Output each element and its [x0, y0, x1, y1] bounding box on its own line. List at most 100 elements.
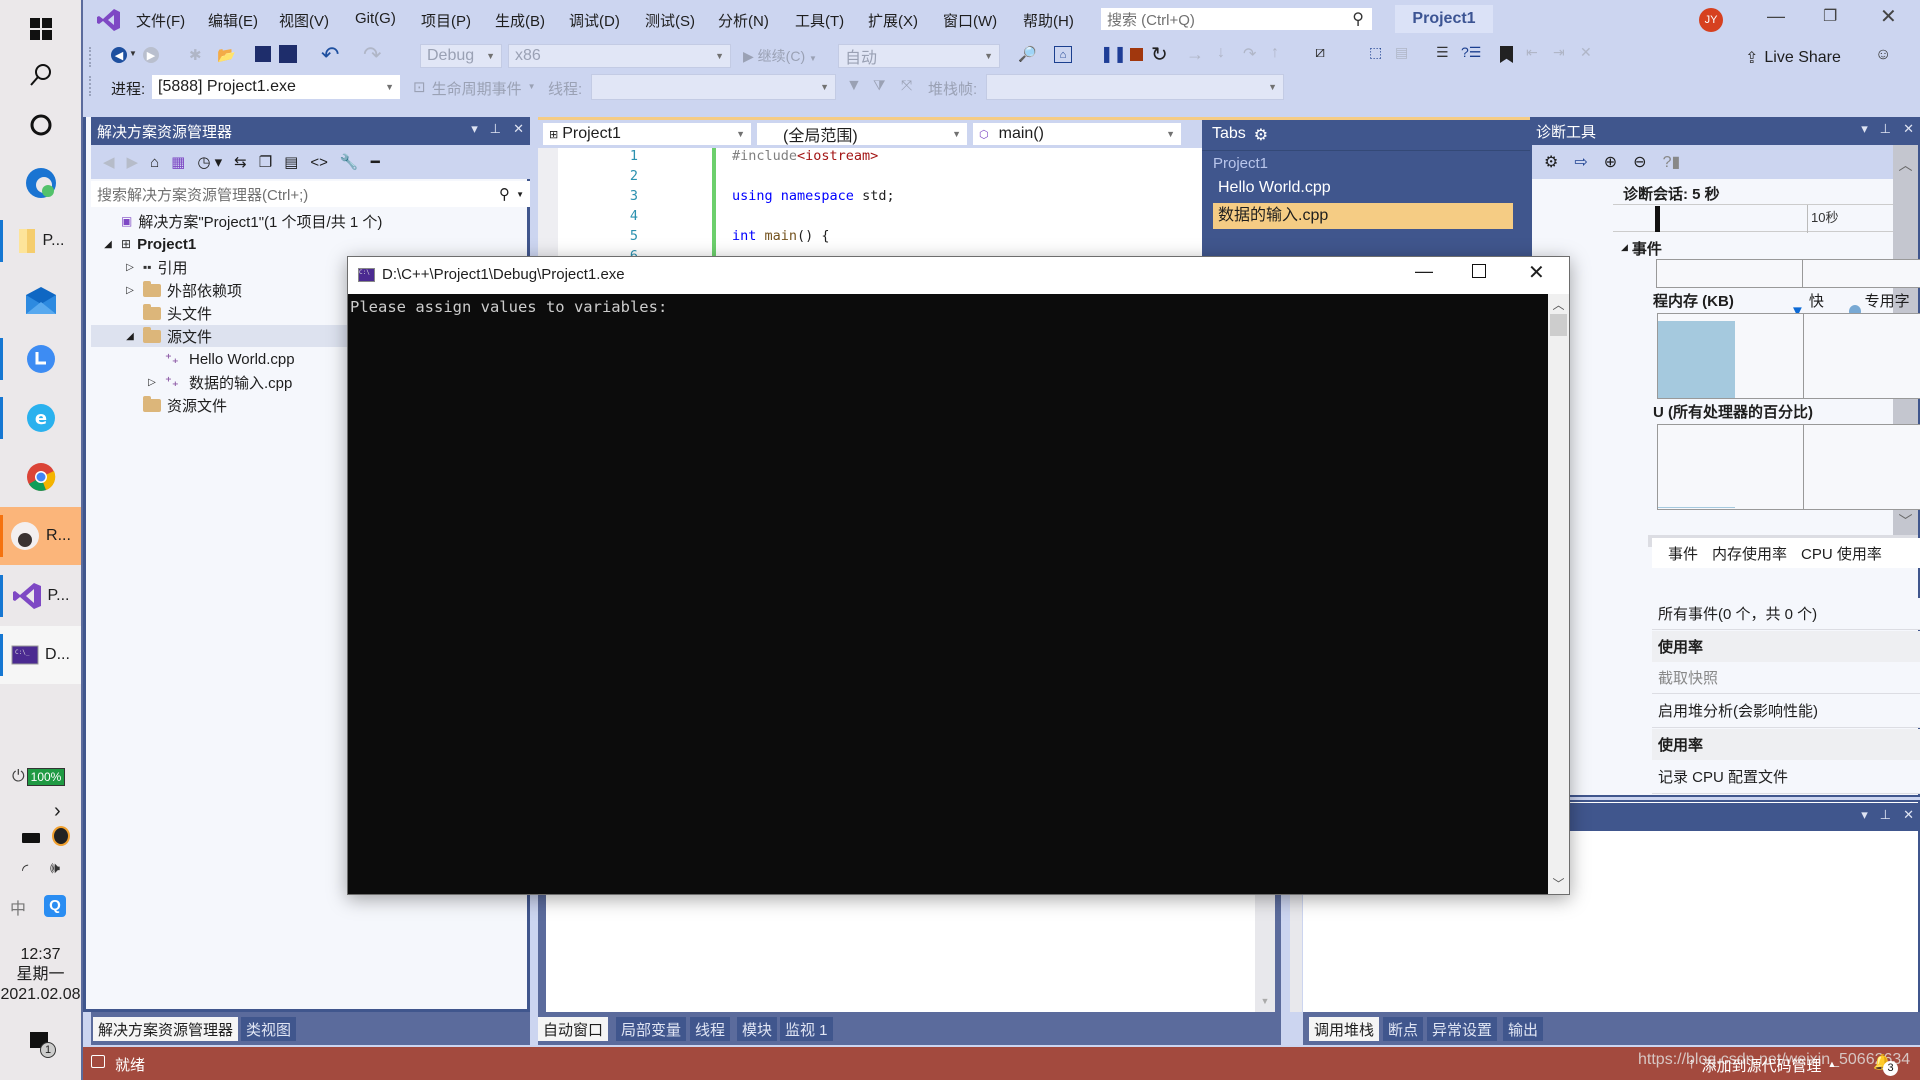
- project-combo[interactable]: ⊞ Project1 ▼: [542, 122, 752, 146]
- window-position-dropdown-icon[interactable]: ▾: [1861, 121, 1868, 137]
- menu-item[interactable]: 扩展(X): [868, 10, 918, 31]
- toolbar-grip[interactable]: [89, 47, 92, 67]
- bookmark-icon[interactable]: [1500, 46, 1513, 63]
- collapse-all-icon[interactable]: ❐: [259, 153, 272, 171]
- toolbar-grip[interactable]: [89, 76, 92, 96]
- diagnostics-tab[interactable]: 内存使用率: [1712, 543, 1787, 564]
- autos-scrollbar[interactable]: ▼: [1255, 880, 1275, 1012]
- code-editor[interactable]: 1 #include<iostream> 2 3 using namespace std…: [538, 148, 1281, 264]
- comment-icon[interactable]: ☰: [1436, 44, 1449, 61]
- taskbar-app-e[interactable]: e: [0, 389, 81, 447]
- panel-tab[interactable]: 类视图: [241, 1017, 297, 1041]
- uncomment-icon[interactable]: ?☰: [1461, 44, 1481, 61]
- gear-icon[interactable]: ⚙: [1254, 125, 1268, 145]
- code-line[interactable]: int main() {: [732, 228, 830, 248]
- expander-icon[interactable]: ▷: [123, 285, 137, 296]
- navigate-forward-icon[interactable]: ▶: [143, 47, 159, 63]
- stop-debugging-icon[interactable]: [1130, 48, 1143, 61]
- ime-indicator[interactable]: 中: [10, 895, 26, 919]
- menu-item[interactable]: 分析(N): [718, 10, 769, 31]
- code-line[interactable]: using namespace std;: [732, 188, 895, 208]
- redo-icon[interactable]: ↷: [363, 42, 381, 68]
- lifecycle-events-button[interactable]: ⊡ 生命周期事件 ▼: [413, 78, 536, 99]
- cpu-chart[interactable]: [1657, 424, 1920, 510]
- scroll-down-icon[interactable]: ﹀: [1893, 511, 1918, 531]
- memory-chart[interactable]: [1657, 313, 1920, 399]
- step-over-icon[interactable]: ↷: [1243, 44, 1256, 64]
- expander-icon[interactable]: ◢: [123, 331, 137, 342]
- break-all-icon[interactable]: ❚❚: [1100, 44, 1127, 64]
- taskbar-app-l[interactable]: [0, 330, 81, 388]
- panel-tab[interactable]: 断点: [1383, 1017, 1424, 1041]
- panel-tab[interactable]: 模块: [737, 1017, 778, 1041]
- pin-icon[interactable]: ⊥: [1880, 807, 1891, 823]
- panel-tab[interactable]: 解决方案资源管理器: [93, 1017, 239, 1041]
- console-close-button[interactable]: ✕: [1528, 260, 1545, 285]
- panel-tab[interactable]: 输出: [1503, 1017, 1544, 1041]
- tree-item[interactable]: ▷ ▪▪ 引用: [123, 256, 187, 278]
- undo-icon[interactable]: ↶: [321, 42, 339, 68]
- filter-icon[interactable]: ▼: [846, 77, 862, 95]
- find-in-files-icon[interactable]: 🔎: [1018, 45, 1037, 63]
- menu-item[interactable]: 测试(S): [645, 10, 695, 31]
- scope-combo[interactable]: (全局范围) ▼: [756, 122, 968, 146]
- save-all-icon[interactable]: [279, 45, 297, 63]
- back-icon[interactable]: ◀: [103, 153, 115, 171]
- battery-indicator[interactable]: ⏻ 100%: [12, 768, 66, 786]
- filter-clear-icon[interactable]: ⧩: [873, 77, 886, 94]
- tree-item[interactable]: 资源文件: [123, 394, 227, 416]
- show-next-statement-icon[interactable]: →: [1186, 44, 1204, 65]
- events-section-header[interactable]: ◢ 事件: [1621, 238, 1662, 259]
- add-to-source-control-button[interactable]: ↑ 添加到源代码管理 ▲: [1688, 1055, 1836, 1076]
- sync-with-document-icon[interactable]: ⇆: [234, 153, 247, 171]
- taskbar-console[interactable]: C:\_ D...: [0, 626, 81, 684]
- scroll-up-icon[interactable]: ︿: [1548, 296, 1569, 313]
- open-file-icon[interactable]: 📂: [217, 46, 236, 64]
- code-line[interactable]: #include<iostream>: [732, 148, 878, 168]
- console-output[interactable]: Please assign values to variables:: [348, 294, 1548, 894]
- platform-combo[interactable]: x86 ▼: [508, 44, 731, 68]
- prev-bookmark-icon[interactable]: ⇤: [1526, 44, 1538, 61]
- chart-help-icon[interactable]: ?▮: [1663, 152, 1681, 172]
- feedback-icon[interactable]: ☺: [1875, 46, 1891, 64]
- window-position-dropdown-icon[interactable]: ▾: [471, 121, 478, 137]
- hex-display-icon[interactable]: ⧄: [1315, 44, 1325, 62]
- diagnostics-timeline[interactable]: 10秒: [1613, 204, 1893, 233]
- continue-button[interactable]: ▶ 继续(C) ▼: [743, 46, 817, 66]
- tree-item[interactable]: ◢ ⊞ Project1: [101, 233, 196, 255]
- solution-search-input[interactable]: 搜索解决方案资源管理器(Ctrl+;) ⚲ ▼: [91, 181, 530, 207]
- clear-bookmarks-icon[interactable]: ✕: [1580, 44, 1592, 61]
- stackframe-combo[interactable]: ▼: [986, 74, 1284, 100]
- pin-icon[interactable]: ⊥: [1880, 121, 1891, 137]
- taskbar-mail[interactable]: [0, 272, 81, 330]
- switch-views-icon[interactable]: ▦: [171, 153, 185, 171]
- tree-item[interactable]: ▷ ⁺₊ 数据的输入.cpp: [145, 371, 292, 393]
- expander-icon[interactable]: ▷: [145, 377, 159, 388]
- tab-file-item-active[interactable]: 数据的输入.cpp: [1213, 203, 1513, 229]
- process-combo[interactable]: [5888] Project1.exe ▼: [151, 74, 401, 100]
- menu-item[interactable]: Git(G): [355, 10, 396, 27]
- solution-config-combo[interactable]: Debug ▼: [420, 44, 502, 68]
- close-icon[interactable]: ✕: [1903, 807, 1914, 823]
- notifications-bell-button[interactable]: 🔔 3: [1873, 1053, 1898, 1076]
- tab-file-item[interactable]: Hello World.cpp: [1218, 179, 1331, 197]
- show-all-files-icon[interactable]: ▤: [284, 153, 298, 171]
- taskbar-visual-studio[interactable]: P...: [0, 567, 81, 625]
- taskbar-cortana[interactable]: [0, 96, 81, 154]
- pending-changes-filter-icon[interactable]: ◷ ▾: [197, 153, 222, 171]
- panel-tab[interactable]: 线程: [690, 1017, 731, 1041]
- menu-item[interactable]: 生成(B): [495, 10, 545, 31]
- tree-item[interactable]: 头文件: [123, 302, 212, 324]
- live-share-button[interactable]: ⇪ Live Share: [1745, 48, 1841, 68]
- tree-item[interactable]: ▷ 外部依赖项: [123, 279, 242, 301]
- panel-tab[interactable]: 自动窗口: [538, 1017, 609, 1041]
- taskbar-app-r[interactable]: R...: [0, 507, 81, 565]
- scroll-down-icon[interactable]: ▼: [1255, 996, 1275, 1006]
- diagnostics-action[interactable]: 记录 CPU 配置文件: [1652, 760, 1920, 794]
- close-icon[interactable]: ✕: [513, 121, 524, 137]
- diagnostics-action[interactable]: 所有事件(0 个，共 0 个): [1652, 598, 1920, 630]
- debug-target-combo[interactable]: 自动 ▼: [838, 44, 1000, 68]
- panel-tab[interactable]: 局部变量: [616, 1017, 687, 1041]
- restart-icon[interactable]: ↻: [1151, 42, 1168, 67]
- expander-icon[interactable]: ◢: [101, 239, 115, 250]
